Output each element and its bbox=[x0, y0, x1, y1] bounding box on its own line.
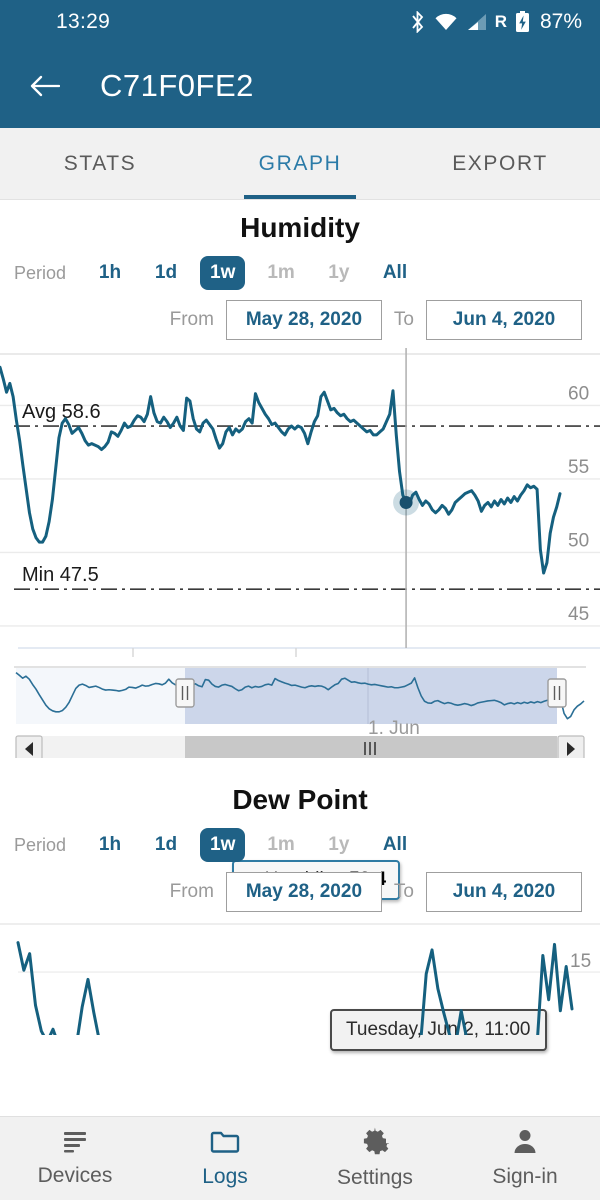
nav-label-signin: Sign-in bbox=[492, 1165, 558, 1188]
svg-text:Min 47.5: Min 47.5 bbox=[22, 564, 99, 586]
back-button[interactable] bbox=[28, 69, 62, 103]
svg-text:50: 50 bbox=[568, 530, 589, 551]
dewpoint-section: Dew Point Period 1h 1d 1w 1m 1y All From… bbox=[0, 758, 600, 1035]
humidity-from-label: From bbox=[169, 309, 214, 330]
dewpoint-from-label: From bbox=[169, 881, 214, 902]
dewpoint-chart-title: Dew Point bbox=[232, 784, 368, 815]
humidity-period-1m[interactable]: 1m bbox=[257, 256, 304, 290]
humidity-navigator[interactable]: 1. Jun bbox=[0, 658, 600, 758]
dewpoint-period-all[interactable]: All bbox=[373, 828, 417, 862]
navigator-tick-label: 1. Jun bbox=[368, 718, 420, 739]
svg-text:45: 45 bbox=[568, 604, 589, 625]
humidity-period-1y[interactable]: 1y bbox=[317, 256, 361, 290]
tab-export[interactable]: EXPORT bbox=[400, 128, 600, 199]
arrow-left-icon bbox=[30, 75, 60, 97]
battery-charging-icon bbox=[515, 11, 530, 33]
person-icon bbox=[512, 1128, 538, 1160]
dewpoint-period-1m[interactable]: 1m bbox=[257, 828, 304, 862]
page-title: C71F0FE2 bbox=[100, 68, 254, 103]
nav-item-settings[interactable]: Settings bbox=[300, 1127, 450, 1190]
dewpoint-period-1h[interactable]: 1h bbox=[88, 828, 132, 862]
dewpoint-from-input[interactable]: May 28, 2020 bbox=[225, 872, 382, 912]
app-bar: C71F0FE2 bbox=[0, 44, 600, 128]
humidity-period-row: Period 1h 1d 1w 1m 1y All bbox=[0, 250, 600, 294]
dewpoint-to-label: To bbox=[393, 881, 414, 902]
humidity-to-input[interactable]: Jun 4, 2020 bbox=[426, 300, 582, 340]
roaming-icon: R bbox=[494, 12, 507, 31]
humidity-period-label: Period bbox=[14, 262, 67, 283]
wifi-icon bbox=[434, 12, 458, 32]
dewpoint-plot[interactable]: 15 bbox=[0, 920, 600, 1035]
nav-item-devices[interactable]: Devices bbox=[0, 1129, 150, 1188]
battery-percentage: 87% bbox=[539, 10, 582, 33]
tab-stats[interactable]: STATS bbox=[0, 128, 200, 199]
humidity-period-1d[interactable]: 1d bbox=[144, 256, 188, 290]
dewpoint-range-row: From May 28, 2020 To Jun 4, 2020 bbox=[0, 866, 600, 920]
dewpoint-period-1d[interactable]: 1d bbox=[144, 828, 188, 862]
humidity-period-all[interactable]: All bbox=[373, 256, 417, 290]
humidity-range-row: From May 28, 2020 To Jun 4, 2020 bbox=[0, 294, 600, 348]
folder-icon bbox=[210, 1129, 240, 1160]
svg-text:15: 15 bbox=[570, 951, 591, 972]
tab-bar: STATS GRAPH EXPORT bbox=[0, 128, 600, 200]
list-icon bbox=[61, 1129, 89, 1159]
dewpoint-to-input[interactable]: Jun 4, 2020 bbox=[426, 872, 582, 912]
humidity-chart-title: Humidity bbox=[240, 212, 360, 243]
humidity-period-1w[interactable]: 1w bbox=[200, 256, 246, 290]
svg-text:Avg 58.6: Avg 58.6 bbox=[22, 401, 101, 423]
tab-stats-label: STATS bbox=[63, 151, 137, 175]
nav-item-logs[interactable]: Logs bbox=[150, 1129, 300, 1189]
humidity-to-label: To bbox=[393, 309, 414, 330]
humidity-plot[interactable]: 4550556030. May1. JunAvg 58.6Min 47.5 ● … bbox=[0, 348, 600, 1051]
nav-label-settings: Settings bbox=[337, 1166, 413, 1189]
humidity-period-1h[interactable]: 1h bbox=[88, 256, 132, 290]
dewpoint-period-1y[interactable]: 1y bbox=[317, 828, 361, 862]
humidity-section: Humidity Period 1h 1d 1w 1m 1y All From … bbox=[0, 200, 600, 1051]
cellular-signal-icon bbox=[466, 12, 487, 32]
tab-graph-label: GRAPH bbox=[258, 151, 342, 175]
bluetooth-icon bbox=[409, 11, 426, 33]
svg-text:55: 55 bbox=[568, 457, 589, 478]
humidity-from-input[interactable]: May 28, 2020 bbox=[225, 300, 382, 340]
status-bar: 13:29 R 87% bbox=[0, 0, 600, 44]
dewpoint-period-label: Period bbox=[14, 834, 67, 855]
nav-label-devices: Devices bbox=[37, 1164, 113, 1187]
svg-text:60: 60 bbox=[568, 383, 589, 404]
tab-graph[interactable]: GRAPH bbox=[200, 128, 400, 199]
bottom-navigation: Devices Logs Settings Sign-in bbox=[0, 1116, 600, 1200]
status-bar-clock: 13:29 bbox=[56, 10, 111, 33]
app-root: 13:29 R 87% C71F0FE2 STATS GRAPH EXPORT … bbox=[0, 0, 600, 1200]
nav-item-signin[interactable]: Sign-in bbox=[450, 1128, 600, 1189]
tab-export-label: EXPORT bbox=[452, 151, 548, 175]
nav-label-logs: Logs bbox=[202, 1164, 248, 1188]
dewpoint-period-1w[interactable]: 1w bbox=[200, 828, 246, 862]
dewpoint-period-row: Period 1h 1d 1w 1m 1y All bbox=[0, 822, 600, 866]
gear-icon bbox=[361, 1127, 391, 1161]
